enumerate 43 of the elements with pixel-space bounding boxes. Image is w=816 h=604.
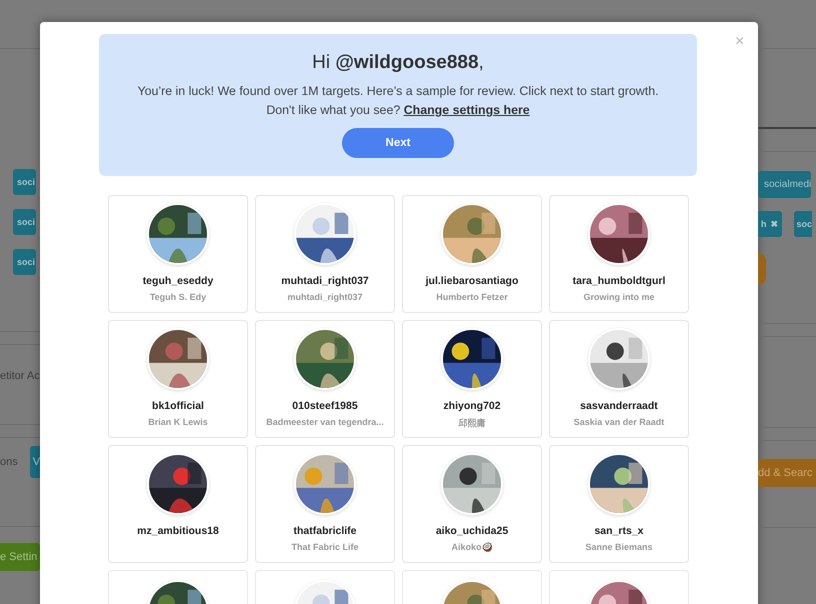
profile-card[interactable]: sasvanderraadt Saskia van der Raadt <box>549 320 689 438</box>
username: muhtadi_right037 <box>281 275 369 287</box>
display-name: That Fabric Life <box>291 542 358 552</box>
profile-card[interactable]: aiko_uchida25 Aikoko🥥 <box>402 445 542 563</box>
prompt-text: Don't like what you see? Change settings here <box>266 102 530 119</box>
profile-card[interactable]: 010steef1985 Badmeester van tegendra... <box>255 320 395 438</box>
username: zhiyong702 <box>443 400 501 412</box>
username: jul.liebarosantiago <box>426 275 518 287</box>
profile-card[interactable]: zhiyong702 邱熙庸 <box>402 320 542 438</box>
display-name: Saskia van der Raadt <box>574 417 664 427</box>
tag-label: h <box>761 219 766 229</box>
username: tara_humboldtgurl <box>572 275 666 287</box>
profile-card[interactable]: teguh_eseddy Teguh S. Edy <box>108 195 248 313</box>
profile-card[interactable]: thatfabriclife That Fabric Life <box>255 445 395 563</box>
username: teguh_eseddy <box>142 275 214 287</box>
profile-card[interactable]: muhtadi_right037 muhtadi_right037 <box>255 195 395 313</box>
username: 010steef1985 <box>292 400 358 412</box>
display-name: Brian K Lewis <box>148 417 208 427</box>
greeting: Hi @wildgoose888, <box>312 52 484 74</box>
username: mz_ambitious18 <box>137 525 219 537</box>
display-name: muhtadi_right037 <box>287 292 362 302</box>
username: aiko_uchida25 <box>436 525 508 537</box>
profile-card[interactable]: jul.liebarosantiago Humberto Fetzer <box>402 195 542 313</box>
profile-card[interactable]: tara_humboldtgurl Growing into me <box>549 195 689 313</box>
profile-card[interactable]: mz_ambitious18 <box>108 445 248 563</box>
display-name: Sanne Biemans <box>585 542 653 552</box>
display-name: Humberto Fetzer <box>436 292 508 302</box>
username: sasvanderraadt <box>580 400 658 412</box>
profile-card[interactable]: san_rts_x Sanne Biemans <box>549 445 689 563</box>
username: san_rts_x <box>594 525 644 537</box>
display-name: 邱熙庸 <box>458 417 486 430</box>
username: bk1official <box>152 400 204 412</box>
display-name: Aikoko🥥 <box>451 542 492 552</box>
display-name: Growing into me <box>584 292 654 302</box>
options-label: ons <box>0 456 18 468</box>
profile-card[interactable]: bk1official Brian K Lewis <box>108 320 248 438</box>
change-settings-link[interactable]: Change settings here <box>404 103 530 117</box>
message-text: You’re in luck! We found over 1M targets. Here’s a sample for review. Click next to start growth. <box>137 83 659 100</box>
username: thatfabriclife <box>293 525 356 537</box>
next-button[interactable]: Next <box>342 128 454 158</box>
display-name: Badmeester van tegendra... <box>266 417 384 427</box>
display-name: Teguh S. Edy <box>150 292 206 302</box>
section-label: etitor Ac <box>0 369 40 382</box>
